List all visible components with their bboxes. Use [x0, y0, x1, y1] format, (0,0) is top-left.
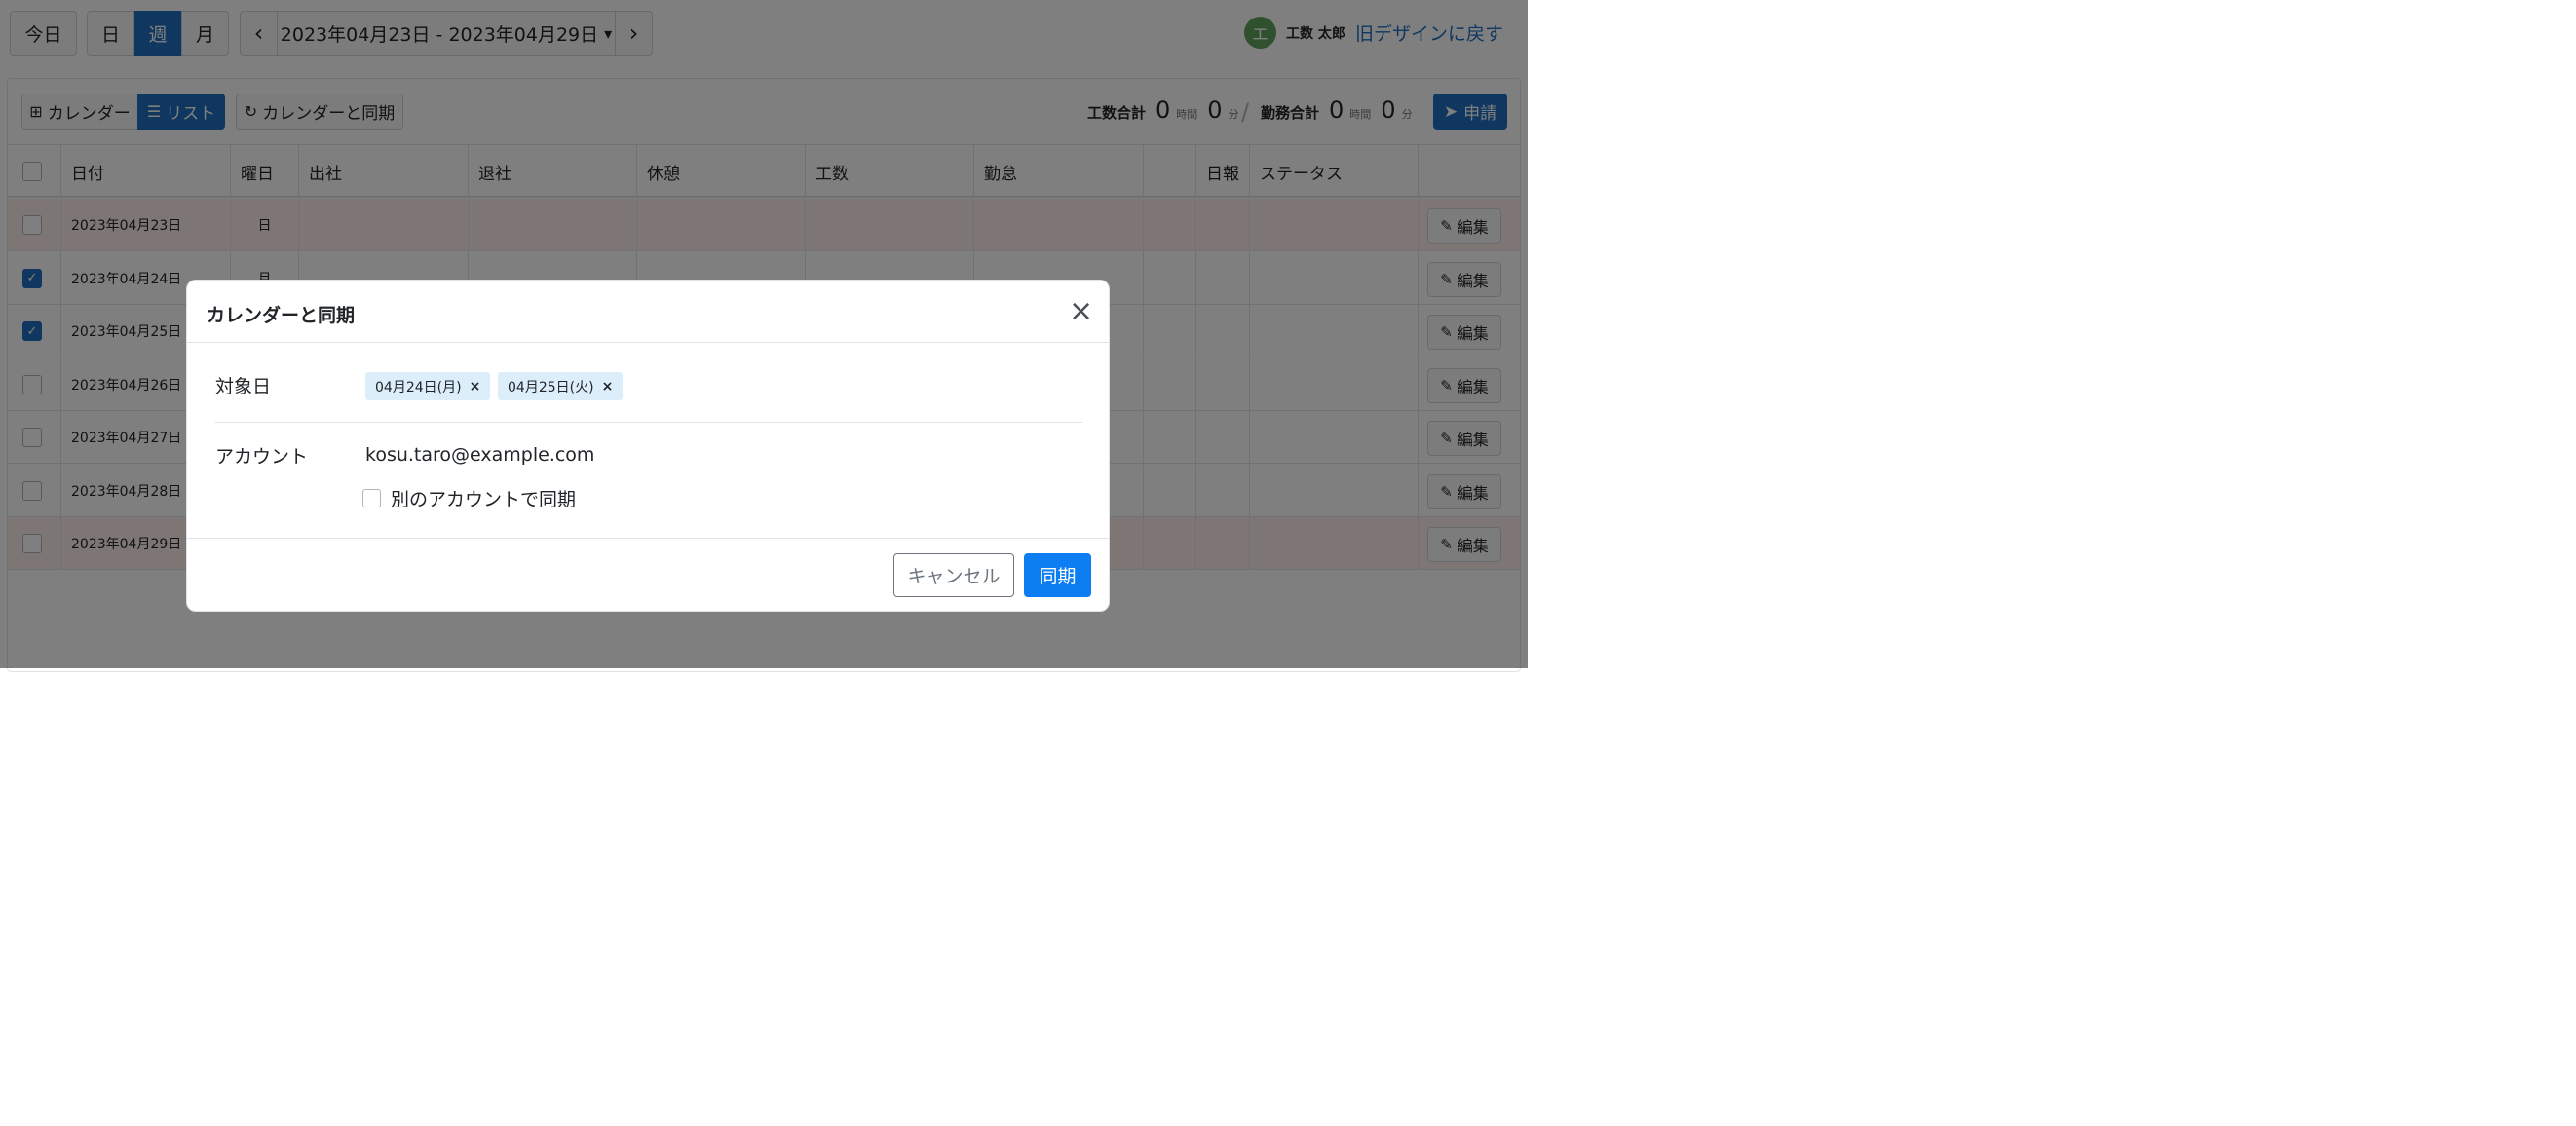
modal-divider [215, 422, 1082, 423]
target-date-tag-label: 04月24日(月) [375, 379, 462, 395]
calendar-sync-modal: カレンダーと同期 × 対象日 04月24日(月) × 04月25日(火) × ア… [186, 280, 1110, 612]
cancel-button[interactable]: キャンセル [893, 553, 1014, 597]
remove-tag-icon[interactable]: × [470, 379, 481, 394]
modal-header: カレンダーと同期 × [187, 281, 1109, 343]
target-date-label: 対象日 [215, 376, 272, 397]
modal-footer: キャンセル 同期 [187, 538, 1109, 613]
alt-account-label: 別のアカウントで同期 [391, 489, 577, 510]
account-value: kosu.taro@example.com [365, 444, 595, 466]
checkbox-icon[interactable] [362, 489, 381, 507]
sync-button[interactable]: 同期 [1024, 553, 1091, 597]
modal-title: カレンダーと同期 [207, 305, 356, 326]
target-date-tag-label: 04月25日(火) [508, 379, 594, 395]
alt-account-checkbox[interactable]: 別のアカウントで同期 [362, 485, 576, 511]
target-date-tag: 04月24日(月) × [365, 372, 491, 400]
close-icon[interactable]: × [1069, 294, 1093, 328]
target-date-tag: 04月25日(火) × [498, 372, 624, 400]
account-label: アカウント [215, 446, 309, 468]
remove-tag-icon[interactable]: × [602, 379, 614, 394]
